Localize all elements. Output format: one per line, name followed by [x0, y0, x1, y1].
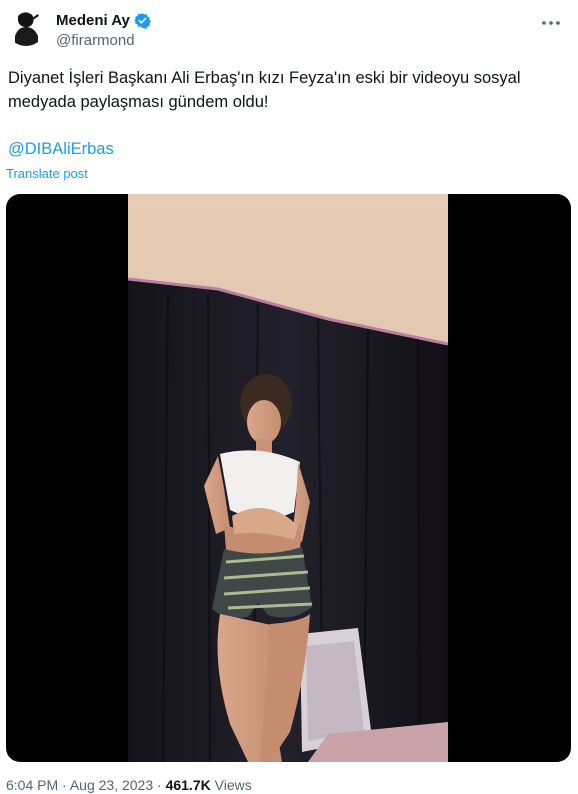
- tweet-meta: 6:04 PM · Aug 23, 2023 · 461.7K Views: [6, 777, 252, 793]
- tweet-header: Medeni Ay @firarmond: [6, 6, 572, 50]
- meta-separator: ·: [157, 777, 162, 793]
- views-label: Views: [214, 777, 252, 793]
- author-handle[interactable]: @firarmond: [56, 32, 135, 49]
- verified-badge-icon: [133, 12, 151, 29]
- mention-link[interactable]: @DIBAliErbas: [8, 140, 114, 159]
- video-frame: [128, 194, 448, 762]
- views-count: 461.7K: [165, 777, 211, 793]
- name-row: Medeni Ay: [56, 12, 151, 29]
- tweet-time[interactable]: 6:04 PM: [6, 777, 58, 793]
- meta-separator: ·: [62, 777, 67, 793]
- translate-post-link[interactable]: Translate post: [6, 166, 88, 181]
- video-player[interactable]: [6, 194, 571, 762]
- avatar[interactable]: [6, 6, 46, 46]
- tweet-text: Diyanet İşleri Başkanı Ali Erbaş'ın kızı…: [8, 69, 521, 111]
- tweet-date[interactable]: Aug 23, 2023: [70, 777, 153, 793]
- display-name[interactable]: Medeni Ay: [56, 12, 130, 29]
- more-icon[interactable]: [536, 8, 566, 38]
